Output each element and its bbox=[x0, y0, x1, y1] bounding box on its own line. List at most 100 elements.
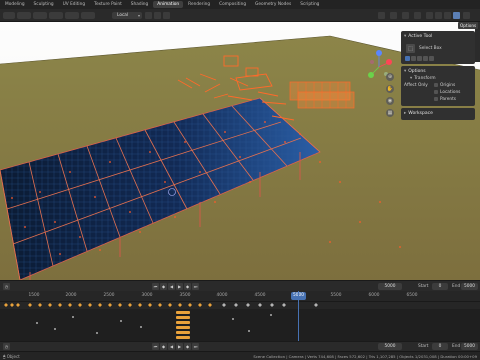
next-keyframe-icon[interactable]: ◆ bbox=[184, 283, 191, 290]
select-menu[interactable] bbox=[49, 12, 63, 19]
timeline-ruler[interactable]: 1500 2000 2500 3000 3500 4000 4500 5500 … bbox=[0, 291, 480, 302]
playback-menu-icon[interactable]: ◷ bbox=[3, 343, 10, 350]
zoom-icon[interactable]: ⊕ bbox=[386, 73, 394, 81]
tab-scripting[interactable]: Scripting bbox=[296, 1, 323, 8]
playback-bar-bottom: ◷ ⏮ ◆ ◀ ▶ ◆ ⏭ 5000 Start 0 End 5000 bbox=[0, 341, 480, 351]
play-icon[interactable]: ▶ bbox=[176, 343, 183, 350]
active-tool-header[interactable]: ▾ Active Tool bbox=[404, 33, 472, 40]
ruler-tick-label: 3000 bbox=[141, 293, 153, 298]
playback-menu-icon[interactable]: ◷ bbox=[3, 283, 10, 290]
xray-icon[interactable] bbox=[414, 12, 421, 19]
checkbox-origins[interactable]: Origins bbox=[434, 82, 455, 89]
view-menu[interactable] bbox=[33, 12, 47, 19]
jump-end-icon[interactable]: ⏭ bbox=[192, 283, 199, 290]
locations-row: Locations bbox=[404, 89, 472, 96]
current-frame-field[interactable]: 5000 bbox=[378, 283, 402, 290]
workspace-title: Workspace bbox=[408, 111, 433, 116]
checkbox-label: Origins bbox=[440, 83, 456, 88]
affect-only-label: Affect Only bbox=[404, 83, 428, 88]
play-reverse-icon[interactable]: ◀ bbox=[168, 343, 175, 350]
orientation-label: Local bbox=[117, 13, 129, 18]
shading-options-icon[interactable] bbox=[463, 12, 470, 19]
start-label: Start bbox=[418, 284, 429, 289]
tab-rendering[interactable]: Rendering bbox=[184, 1, 214, 8]
tool-name: Select Box bbox=[419, 46, 442, 51]
keyframe-area bbox=[0, 302, 480, 339]
ruler-tick-label: 2500 bbox=[103, 293, 115, 298]
status-mode-label: Object bbox=[6, 354, 20, 359]
gizmo-toggle-icon[interactable] bbox=[390, 12, 397, 19]
play-reverse-icon[interactable]: ◀ bbox=[168, 283, 175, 290]
perspective-grid-icon[interactable]: ▦ bbox=[386, 109, 394, 117]
shading-rendered-icon[interactable] bbox=[453, 12, 460, 19]
pivot-icon[interactable] bbox=[145, 12, 152, 19]
jump-end-icon[interactable]: ⏭ bbox=[192, 343, 199, 350]
tab-uv-editing[interactable]: UV Editing bbox=[59, 1, 89, 8]
mode-dropdown[interactable] bbox=[17, 12, 31, 19]
mode-set-icon[interactable] bbox=[405, 56, 410, 61]
add-menu[interactable] bbox=[65, 12, 79, 19]
end-frame-field[interactable]: 5000 bbox=[461, 283, 478, 290]
checkbox-icon bbox=[434, 82, 438, 87]
end-frame-field[interactable]: 5000 bbox=[461, 343, 478, 350]
jump-start-icon[interactable]: ⏮ bbox=[152, 283, 159, 290]
start-frame-field[interactable]: 0 bbox=[432, 343, 448, 350]
scene-statistics: Scene Collection | Camera | Verts 744,60… bbox=[253, 354, 477, 359]
ruler-tick-label: 4000 bbox=[216, 293, 228, 298]
collapse-triangle-icon: ▾ bbox=[404, 69, 407, 74]
ruler-tick-label: 3500 bbox=[179, 293, 191, 298]
selection-mode-buttons bbox=[405, 56, 435, 62]
pan-hand-icon[interactable]: ✋ bbox=[386, 85, 394, 93]
chevron-down-icon: ▾ bbox=[137, 13, 140, 18]
play-icon[interactable]: ▶ bbox=[176, 283, 183, 290]
shading-material-icon[interactable] bbox=[444, 12, 451, 19]
tab-modeling[interactable]: Modeling bbox=[1, 1, 29, 8]
snap-icon[interactable] bbox=[154, 12, 161, 19]
mouse-icon: 🖱 bbox=[3, 354, 6, 359]
checkbox-icon bbox=[434, 96, 438, 101]
jump-start-icon[interactable]: ⏮ bbox=[152, 343, 159, 350]
timeline-tracks[interactable] bbox=[0, 302, 480, 341]
tab-compositing[interactable]: Compositing bbox=[215, 1, 250, 8]
transform-subheader[interactable]: ▾ Transform bbox=[404, 75, 472, 82]
options-tab[interactable]: Options bbox=[458, 22, 479, 29]
checkbox-label: Parents bbox=[440, 97, 456, 102]
ruler-tick-label: 1500 bbox=[28, 293, 40, 298]
shading-solid-icon[interactable] bbox=[435, 12, 442, 19]
options-header[interactable]: ▾ Options bbox=[404, 68, 472, 75]
checkbox-locations[interactable]: Locations bbox=[434, 89, 460, 96]
workspace-header[interactable]: ▸ Workspace bbox=[404, 110, 472, 117]
transform-orientation-dropdown[interactable]: Local ▾ bbox=[112, 12, 142, 19]
mode-invert-icon[interactable] bbox=[423, 56, 428, 61]
next-keyframe-icon[interactable]: ◆ bbox=[184, 343, 191, 350]
tab-texture-paint[interactable]: Texture Paint bbox=[90, 1, 126, 8]
checkbox-parents[interactable]: Parents bbox=[434, 96, 456, 103]
mode-subtract-icon[interactable] bbox=[417, 56, 422, 61]
status-bar: 🖱 Object Scene Collection | Camera | Ver… bbox=[0, 351, 480, 360]
tab-animation[interactable]: Animation bbox=[153, 1, 184, 8]
collapse-triangle-icon: ▾ bbox=[404, 34, 407, 39]
tab-shading[interactable]: Shading bbox=[127, 1, 152, 8]
transform-title: Transform bbox=[414, 76, 436, 81]
start-frame-field[interactable]: 0 bbox=[432, 283, 448, 290]
mode-intersect-icon[interactable] bbox=[429, 56, 434, 61]
proportional-edit-icon[interactable] bbox=[163, 12, 170, 19]
options-section: ▾ Options ▾ Transform Affect Only Origins … bbox=[401, 66, 475, 106]
prev-keyframe-icon[interactable]: ◆ bbox=[160, 283, 167, 290]
playhead-line[interactable] bbox=[298, 291, 299, 341]
mode-extend-icon[interactable] bbox=[411, 56, 416, 61]
expand-triangle-icon: ▸ bbox=[404, 111, 407, 116]
object-menu[interactable] bbox=[81, 12, 95, 19]
shading-wire-icon[interactable] bbox=[426, 12, 433, 19]
tab-sculpting[interactable]: Sculpting bbox=[30, 1, 58, 8]
select-box-icon[interactable]: ⬚ bbox=[406, 44, 415, 53]
current-frame-field[interactable]: 5000 bbox=[378, 343, 402, 350]
viewport-header: Local ▾ bbox=[0, 9, 480, 22]
visibility-icon[interactable] bbox=[378, 12, 385, 19]
overlay-toggle-icon[interactable] bbox=[402, 12, 409, 19]
affect-only-row: Affect Only Origins bbox=[404, 82, 472, 89]
camera-view-icon[interactable]: ◉ bbox=[386, 97, 394, 105]
prev-keyframe-icon[interactable]: ◆ bbox=[160, 343, 167, 350]
editor-type-button[interactable] bbox=[3, 12, 15, 19]
tab-geometry-nodes[interactable]: Geometry Nodes bbox=[251, 1, 295, 8]
